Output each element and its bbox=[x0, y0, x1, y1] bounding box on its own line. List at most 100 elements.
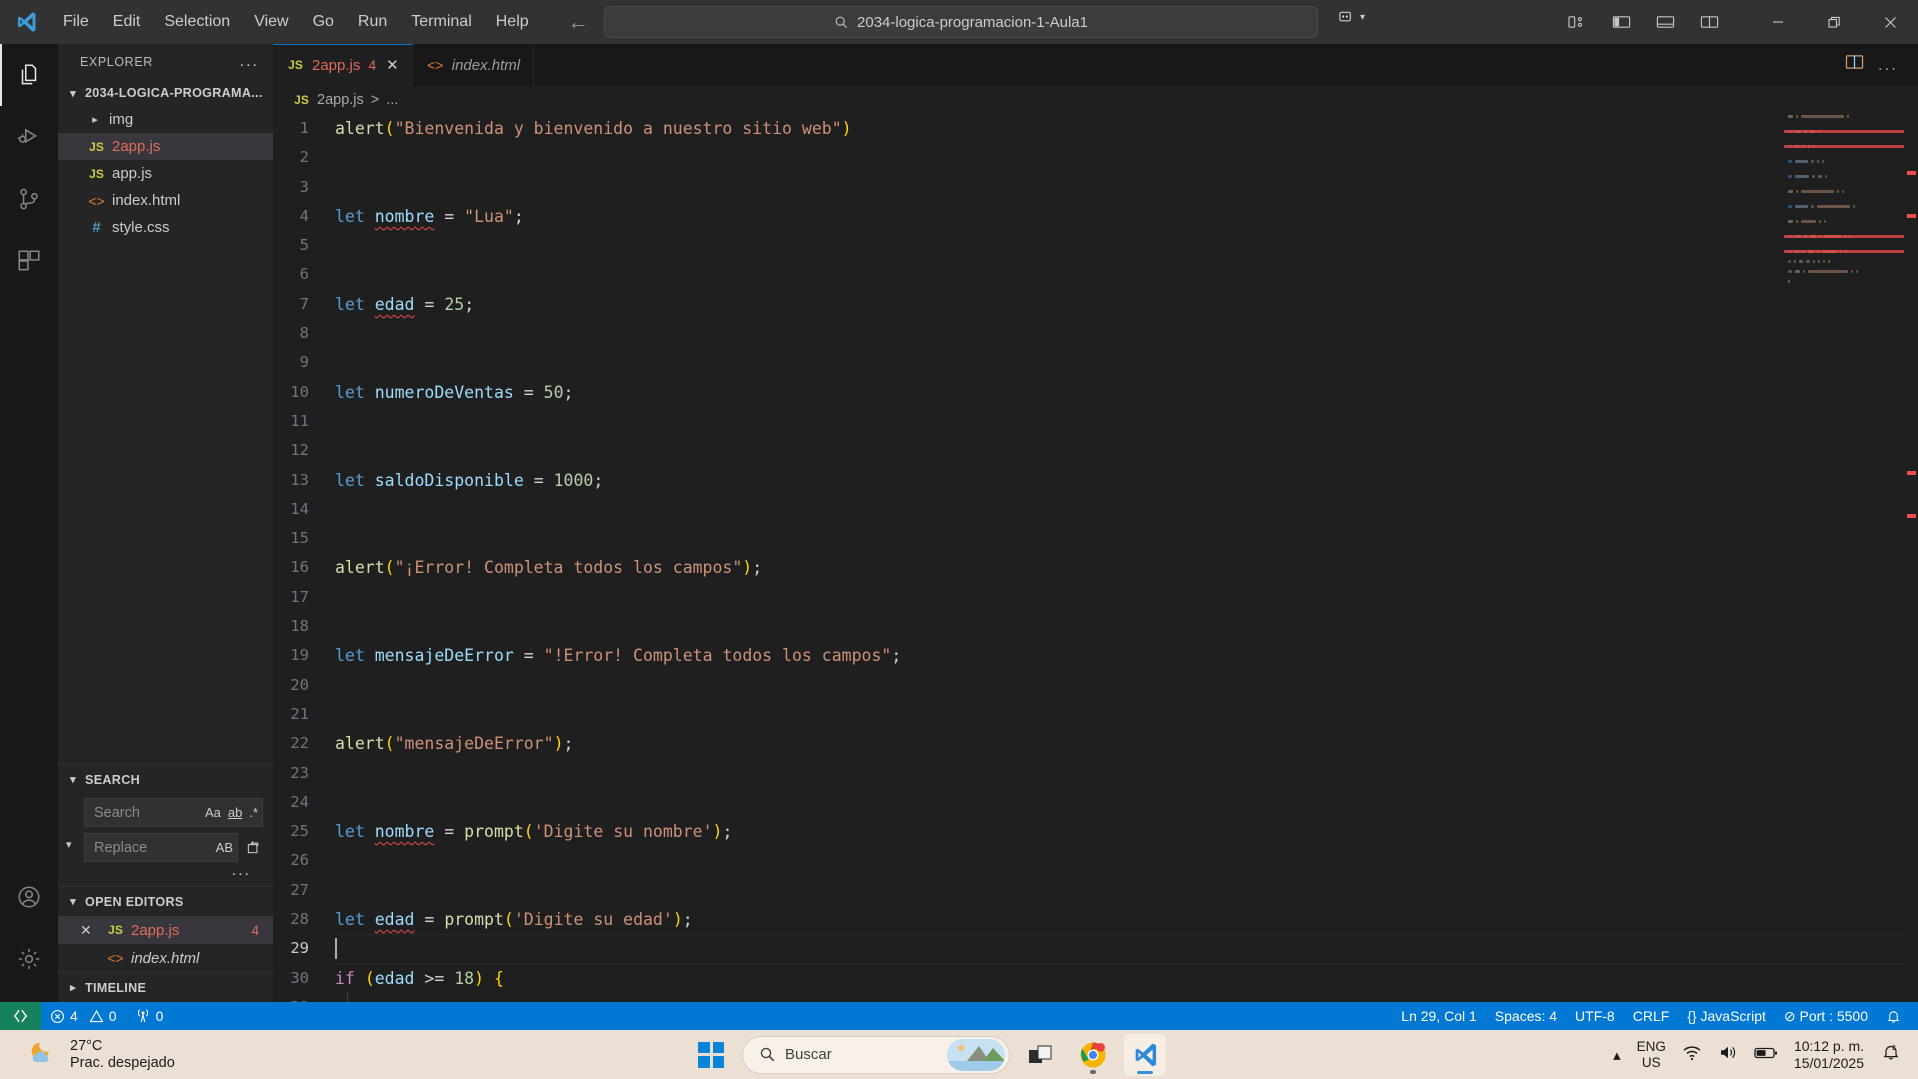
code-line[interactable]: 26 bbox=[273, 846, 1918, 875]
tree-item-index-html[interactable]: <> index.html bbox=[58, 187, 273, 214]
arrow-left-icon[interactable]: ← bbox=[568, 12, 589, 33]
code-line[interactable]: 20 bbox=[273, 671, 1918, 700]
close-button[interactable] bbox=[1862, 0, 1918, 44]
code-line[interactable]: 27 bbox=[273, 876, 1918, 905]
status-encoding[interactable]: UTF-8 bbox=[1566, 1002, 1624, 1030]
menu-file[interactable]: File bbox=[52, 7, 100, 37]
code-line[interactable]: 2 bbox=[273, 143, 1918, 172]
code-line[interactable]: 28 let edad = prompt('Digite su edad'); bbox=[273, 905, 1918, 934]
code-line[interactable]: 21 bbox=[273, 700, 1918, 729]
code-line[interactable]: 17 bbox=[273, 583, 1918, 612]
menu-edit[interactable]: Edit bbox=[102, 7, 152, 37]
command-center-search[interactable]: 2034-logica-programacion-1-Aula1 bbox=[604, 6, 1318, 38]
remote-account-button[interactable]: ▾ bbox=[1338, 8, 1365, 27]
status-problems[interactable]: 4 0 bbox=[41, 1002, 126, 1030]
toggle-panel-icon[interactable] bbox=[1648, 7, 1682, 37]
code-line[interactable]: 7 let edad = 25; bbox=[273, 290, 1918, 319]
code-line[interactable]: 29 bbox=[273, 934, 1918, 964]
tree-item-img[interactable]: ▸ img bbox=[58, 106, 273, 133]
chevron-up-icon[interactable]: ▴ bbox=[1613, 1046, 1621, 1064]
code-line[interactable]: 31 bbox=[273, 992, 1918, 1002]
open-editors-header[interactable]: ▾ OPEN EDITORS bbox=[58, 886, 273, 916]
code-line[interactable]: 19 let mensajeDeError = "!Error! Completa… bbox=[273, 641, 1918, 670]
status-eol[interactable]: CRLF bbox=[1624, 1002, 1679, 1030]
minimap[interactable] bbox=[1784, 114, 1904, 1002]
menu-view[interactable]: View bbox=[243, 7, 299, 37]
toggle-primary-sidebar-icon[interactable] bbox=[1604, 7, 1638, 37]
overview-ruler[interactable] bbox=[1904, 114, 1918, 1002]
tree-item-style-css[interactable]: # style.css bbox=[58, 214, 273, 241]
code-line[interactable]: 30 if (edad >= 18) { bbox=[273, 964, 1918, 993]
menu-go[interactable]: Go bbox=[302, 7, 345, 37]
code-line[interactable]: 15 bbox=[273, 524, 1918, 553]
accounts-button[interactable] bbox=[0, 866, 58, 928]
manage-settings-button[interactable] bbox=[0, 928, 58, 990]
sidebar-item-explorer[interactable] bbox=[0, 44, 58, 106]
code-line[interactable]: 12 bbox=[273, 436, 1918, 465]
code-line[interactable]: 5 bbox=[273, 231, 1918, 260]
bell-dnd-icon[interactable]: z bbox=[1880, 1042, 1902, 1068]
preserve-case-icon[interactable]: AB bbox=[216, 840, 233, 855]
volume-icon[interactable] bbox=[1718, 1044, 1738, 1065]
tab-index-html[interactable]: <> index.html bbox=[412, 44, 535, 86]
status-ports[interactable]: 0 bbox=[126, 1002, 173, 1030]
remote-window-button[interactable] bbox=[0, 1002, 41, 1030]
code-line[interactable]: 6 bbox=[273, 260, 1918, 289]
code-line[interactable]: 13 let saldoDisponible = 1000; bbox=[273, 466, 1918, 495]
code-line[interactable]: 11 bbox=[273, 407, 1918, 436]
status-cursor-position[interactable]: Ln 29, Col 1 bbox=[1392, 1002, 1486, 1030]
code-line[interactable]: 8 bbox=[273, 319, 1918, 348]
sidebar-item-run-and-debug[interactable] bbox=[0, 106, 58, 168]
use-regex-icon[interactable]: .* bbox=[249, 805, 258, 820]
editor-more-actions-icon[interactable]: ... bbox=[1878, 55, 1898, 75]
code-line[interactable]: 9 bbox=[273, 348, 1918, 377]
match-whole-word-icon[interactable]: ab bbox=[228, 805, 242, 820]
sidebar-item-source-control[interactable] bbox=[0, 168, 58, 230]
timeline-header[interactable]: ▸ TIMELINE bbox=[58, 972, 273, 1002]
close-icon[interactable]: ✕ bbox=[80, 922, 100, 939]
open-editor-index-html[interactable]: <> index.html bbox=[58, 944, 273, 972]
open-editor-2app-js[interactable]: ✕ JS 2app.js 4 bbox=[58, 916, 273, 944]
match-case-icon[interactable]: Aa bbox=[205, 805, 221, 820]
status-indentation[interactable]: Spaces: 4 bbox=[1486, 1002, 1566, 1030]
code-line[interactable]: 10 let numeroDeVentas = 50; bbox=[273, 378, 1918, 407]
code-line[interactable]: 1 alert("Bienvenida y bienvenido a nuestr… bbox=[273, 114, 1918, 143]
customize-layout-icon[interactable] bbox=[1560, 7, 1594, 37]
status-notifications[interactable] bbox=[1877, 1002, 1910, 1030]
code-line[interactable]: 4 let nombre = "Lua"; bbox=[273, 202, 1918, 231]
chrome-button[interactable] bbox=[1072, 1034, 1114, 1076]
restore-button[interactable] bbox=[1806, 0, 1862, 44]
breadcrumb-file[interactable]: 2app.js bbox=[317, 92, 364, 108]
battery-icon[interactable] bbox=[1754, 1046, 1778, 1064]
clock[interactable]: 10:12 p. m. 15/01/2025 bbox=[1794, 1038, 1864, 1072]
code-line[interactable]: 16 alert("¡Error! Completa todos los camp… bbox=[273, 553, 1918, 582]
tree-item-2app-js[interactable]: JS 2app.js bbox=[58, 133, 273, 160]
status-live-server-port[interactable]: ⊘ Port : 5500 bbox=[1775, 1002, 1877, 1030]
vscode-button[interactable] bbox=[1124, 1033, 1166, 1076]
explorer-more-actions-icon[interactable]: ... bbox=[240, 53, 259, 71]
search-more-actions-icon[interactable]: ... bbox=[84, 862, 263, 880]
toggle-secondary-sidebar-icon[interactable] bbox=[1692, 7, 1726, 37]
code-line[interactable]: 18 bbox=[273, 612, 1918, 641]
weather-widget[interactable]: 27°C Prac. despejado bbox=[0, 1038, 175, 1072]
search-input[interactable]: Search Aa ab .* bbox=[84, 798, 263, 827]
breadcrumb-rest[interactable]: ... bbox=[386, 92, 398, 108]
menu-help[interactable]: Help bbox=[485, 7, 540, 37]
code-line[interactable]: 24 bbox=[273, 788, 1918, 817]
code-line[interactable]: 14 bbox=[273, 495, 1918, 524]
menu-run[interactable]: Run bbox=[347, 7, 398, 37]
status-language-mode[interactable]: {} JavaScript bbox=[1678, 1002, 1775, 1030]
taskbar-search[interactable]: Buscar bbox=[742, 1035, 1010, 1074]
wifi-icon[interactable] bbox=[1682, 1044, 1702, 1065]
replace-input[interactable]: Replace AB bbox=[84, 833, 238, 862]
tab-2app-js[interactable]: JS 2app.js 4 ✕ bbox=[273, 44, 413, 86]
toggle-replace-icon[interactable]: ▾ bbox=[66, 838, 72, 851]
split-editor-icon[interactable] bbox=[1845, 54, 1864, 76]
menu-selection[interactable]: Selection bbox=[153, 7, 241, 37]
code-line[interactable]: 25 let nombre = prompt('Digite su nombre'… bbox=[273, 817, 1918, 846]
search-panel-header[interactable]: ▾ SEARCH bbox=[58, 764, 273, 794]
language-indicator[interactable]: ENG US bbox=[1637, 1039, 1666, 1071]
start-button[interactable] bbox=[690, 1034, 732, 1076]
sidebar-item-extensions[interactable] bbox=[0, 230, 58, 292]
code-line[interactable]: 23 bbox=[273, 759, 1918, 788]
